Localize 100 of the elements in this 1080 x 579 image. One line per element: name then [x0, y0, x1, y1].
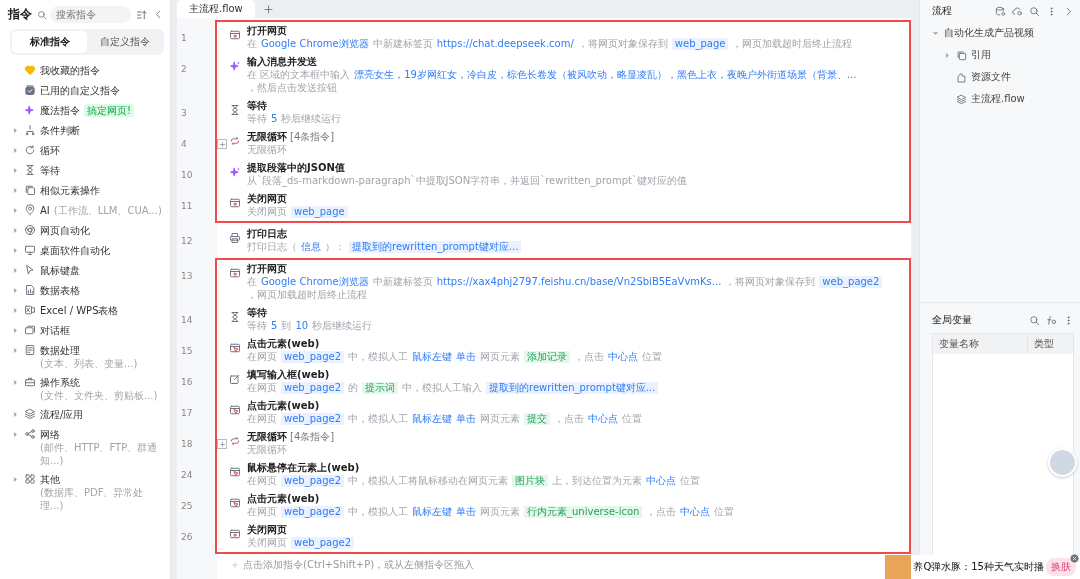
- description-text: ，然后点击发送按钮: [247, 81, 337, 94]
- pointer-window-icon: [229, 342, 241, 354]
- command-item[interactable]: 相似元素操作: [0, 181, 170, 201]
- parameter-link[interactable]: 中心点: [588, 412, 619, 425]
- description-text: 中，模拟人工将鼠标移动在网页元素: [348, 474, 509, 487]
- command-item[interactable]: 数据处理 (文本、列表、变量...): [0, 341, 170, 373]
- element-tag[interactable]: 提交: [524, 412, 551, 425]
- parameter-link[interactable]: 鼠标左键: [412, 350, 453, 363]
- command-item[interactable]: 鼠标键盘: [0, 261, 170, 281]
- parameter-link[interactable]: 10: [295, 319, 309, 332]
- description-text: 无限循环: [247, 143, 287, 156]
- close-icon[interactable]: [1070, 554, 1079, 563]
- parameter-link[interactable]: https://chat.deepseek.com/: [436, 37, 574, 50]
- variable-tag[interactable]: web_page2: [291, 536, 355, 549]
- description-text: 中新建标签页: [372, 37, 433, 50]
- pointer-window-icon: [229, 404, 241, 416]
- command-item[interactable]: 数据表格: [0, 281, 170, 301]
- command-label: 操作系统: [40, 376, 80, 389]
- tree-item[interactable]: 资源文件: [920, 66, 1080, 88]
- fold-toggle[interactable]: [217, 439, 227, 449]
- parameter-link[interactable]: 漂亮女生，19岁网红女，冷白皮，棕色长卷发（被风吹动，略显凌乱），黑色上衣，夜晚户外街道场景（背景、...: [354, 68, 857, 81]
- variable-tag[interactable]: web_page: [291, 205, 348, 218]
- parameter-link[interactable]: 单击: [456, 350, 477, 363]
- variable-tag[interactable]: 提取到的rewritten_prompt键对应...: [486, 381, 659, 394]
- command-item[interactable]: 循环: [0, 141, 170, 161]
- function-icon[interactable]: [1046, 314, 1057, 326]
- line-number: 24: [180, 469, 194, 480]
- description-text: 中，模拟人工输入: [402, 381, 483, 394]
- parameter-link[interactable]: 信息: [301, 240, 321, 253]
- search-field[interactable]: 搜索指令: [50, 6, 131, 23]
- parameter-link[interactable]: 中心点: [646, 474, 677, 487]
- description-text: 关闭网页: [247, 205, 287, 218]
- search-icon[interactable]: [1029, 5, 1040, 17]
- description-text: ）：: [325, 240, 345, 253]
- tab[interactable]: 标准指令: [12, 31, 87, 53]
- command-item[interactable]: 操作系统 (文件、文件夹、剪贴板...): [0, 373, 170, 405]
- command-item[interactable]: 网络 (邮件、HTTP、FTP、群通知...): [0, 425, 170, 470]
- command-item[interactable]: AI (工作流、LLM、CUA...): [0, 201, 170, 221]
- command-item[interactable]: 条件判断: [0, 121, 170, 141]
- description-text: 在: [247, 275, 257, 288]
- file-tab[interactable]: 主流程.flow: [177, 0, 255, 18]
- element-tag[interactable]: 图片块: [512, 474, 549, 487]
- step-title: 点击元素(web): [247, 493, 320, 505]
- pointer-window-icon: [229, 497, 241, 509]
- variable-tag[interactable]: web_page2: [281, 505, 345, 518]
- parameter-link[interactable]: 5: [271, 319, 278, 332]
- variable-tag[interactable]: web_page2: [281, 474, 345, 487]
- command-item[interactable]: 我收藏的指令: [0, 61, 170, 81]
- add-tab-icon[interactable]: [262, 3, 274, 15]
- variable-tag[interactable]: web_page: [671, 37, 729, 50]
- layers-icon: [24, 408, 36, 420]
- variable-tag[interactable]: web_page2: [819, 275, 883, 288]
- command-hint: (数据库、PDF、异常处理...): [40, 486, 145, 512]
- variable-tag[interactable]: web_page2: [281, 350, 345, 363]
- skin-button[interactable]: 换肤: [1046, 558, 1076, 576]
- hourglass-icon: [229, 104, 241, 116]
- parameter-link[interactable]: Google Chrome浏览器: [261, 275, 369, 288]
- parameter-link[interactable]: 单击: [456, 505, 477, 518]
- command-item[interactable]: Excel / WPS表格: [0, 301, 170, 321]
- command-item[interactable]: 魔法指令 搞定网页!: [0, 101, 170, 121]
- tab[interactable]: 自定义指令: [87, 31, 162, 53]
- command-label: 相似元素操作: [40, 184, 100, 197]
- parameter-link[interactable]: 中心点: [680, 505, 711, 518]
- command-item[interactable]: 桌面软件自动化: [0, 241, 170, 261]
- tree-item[interactable]: 自动化生成产品视频: [920, 22, 1080, 44]
- tree-item[interactable]: 主流程.flow: [920, 88, 1080, 110]
- element-tag[interactable]: 提示词: [362, 381, 399, 394]
- widget-text: 养Q弹水豚：15种天气实时播: [913, 560, 1044, 574]
- parameter-link[interactable]: 5: [271, 112, 278, 125]
- parameter-link[interactable]: https://xax4phj2797.feishu.cn/base/Vn2SbiB5EaVvmKs...: [436, 275, 722, 288]
- command-label: 鼠标键盘: [40, 264, 80, 277]
- command-item[interactable]: 已用的自定义指令: [0, 81, 170, 101]
- browser-window-icon: [229, 267, 241, 279]
- command-item[interactable]: 流程/应用: [0, 405, 170, 425]
- parameter-link[interactable]: 中心点: [608, 350, 639, 363]
- command-item[interactable]: 其他 (数据库、PDF、异常处理...): [0, 470, 170, 515]
- variable-tag[interactable]: web_page2: [281, 412, 345, 425]
- sort-icon[interactable]: [136, 8, 148, 21]
- element-tag[interactable]: 行内元素_universe-icon: [524, 505, 643, 518]
- parameter-link[interactable]: 鼠标左键: [412, 412, 453, 425]
- element-tag[interactable]: 添加记录: [524, 350, 571, 363]
- add-command-hint[interactable]: 点击添加指令(Ctrl+Shift+P)，或从左侧指令区拖入: [231, 558, 911, 572]
- variable-tag[interactable]: 提取到的rewritten_prompt键对应...: [349, 240, 522, 253]
- command-item[interactable]: 对话框: [0, 321, 170, 341]
- hint-text: 点击添加指令(Ctrl+Shift+P)，或从左侧指令区拖入: [243, 558, 475, 572]
- parameter-link[interactable]: Google Chrome浏览器: [261, 37, 369, 50]
- database-settings-icon[interactable]: [995, 5, 1006, 17]
- command-item[interactable]: 等待: [0, 161, 170, 181]
- parameter-link[interactable]: 单击: [456, 412, 477, 425]
- cloud-settings-icon[interactable]: [1012, 5, 1023, 17]
- tree-item[interactable]: 引用: [920, 44, 1080, 66]
- step-title: 打开网页: [247, 263, 287, 275]
- spreadsheet-icon: [24, 304, 36, 316]
- step-title: 填写输入框(web): [247, 369, 330, 381]
- variable-tag[interactable]: web_page2: [281, 381, 345, 394]
- description-text: 网页元素: [480, 412, 521, 425]
- parameter-link[interactable]: 鼠标左键: [412, 505, 453, 518]
- fold-toggle[interactable]: [217, 139, 227, 149]
- command-item[interactable]: 网页自动化: [0, 221, 170, 241]
- search-icon[interactable]: [1029, 314, 1040, 326]
